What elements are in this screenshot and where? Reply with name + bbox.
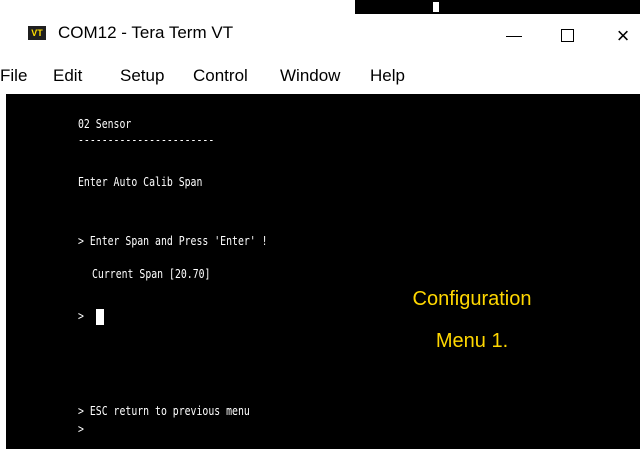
- maximize-button[interactable]: [544, 16, 592, 56]
- terminal-line-esc-hint: > ESC return to previous menu: [78, 404, 250, 418]
- close-icon: ×: [616, 23, 630, 48]
- terminal-line-input-prompt: >: [78, 309, 84, 323]
- menu-help[interactable]: Help: [370, 66, 405, 86]
- previous-window-cursor: [433, 2, 439, 12]
- terminal-line-instruction: > Enter Span and Press 'Enter' !: [78, 234, 268, 248]
- terminal-cursor: [96, 309, 104, 325]
- close-button[interactable]: ×: [606, 16, 640, 56]
- annotation-line-2: Menu 1.: [435, 330, 509, 352]
- tera-term-app-icon[interactable]: VT: [28, 26, 46, 40]
- annotation-line-1: Configuration: [412, 288, 532, 310]
- terminal-line-prompt-title: Enter Auto Calib Span: [78, 175, 203, 189]
- menu-control[interactable]: Control: [193, 66, 248, 86]
- terminal-line-current-span: Current Span [20.70]: [92, 267, 211, 281]
- minimize-button[interactable]: [490, 16, 538, 56]
- menu-setup[interactable]: Setup: [120, 66, 164, 86]
- window-title: COM12 - Tera Term VT: [58, 23, 234, 42]
- terminal-line-heading: 02 Sensor: [78, 117, 132, 131]
- menu-file[interactable]: File: [0, 66, 27, 86]
- maximize-icon: [561, 29, 574, 42]
- terminal-line-final-prompt: >: [78, 422, 84, 436]
- minimize-icon: [506, 36, 522, 37]
- menu-window[interactable]: Window: [280, 66, 340, 86]
- terminal-line-divider: -----------------------: [78, 133, 215, 147]
- menu-edit[interactable]: Edit: [53, 66, 82, 86]
- terminal-left-border: [0, 94, 6, 449]
- previous-window-edge: [355, 0, 640, 14]
